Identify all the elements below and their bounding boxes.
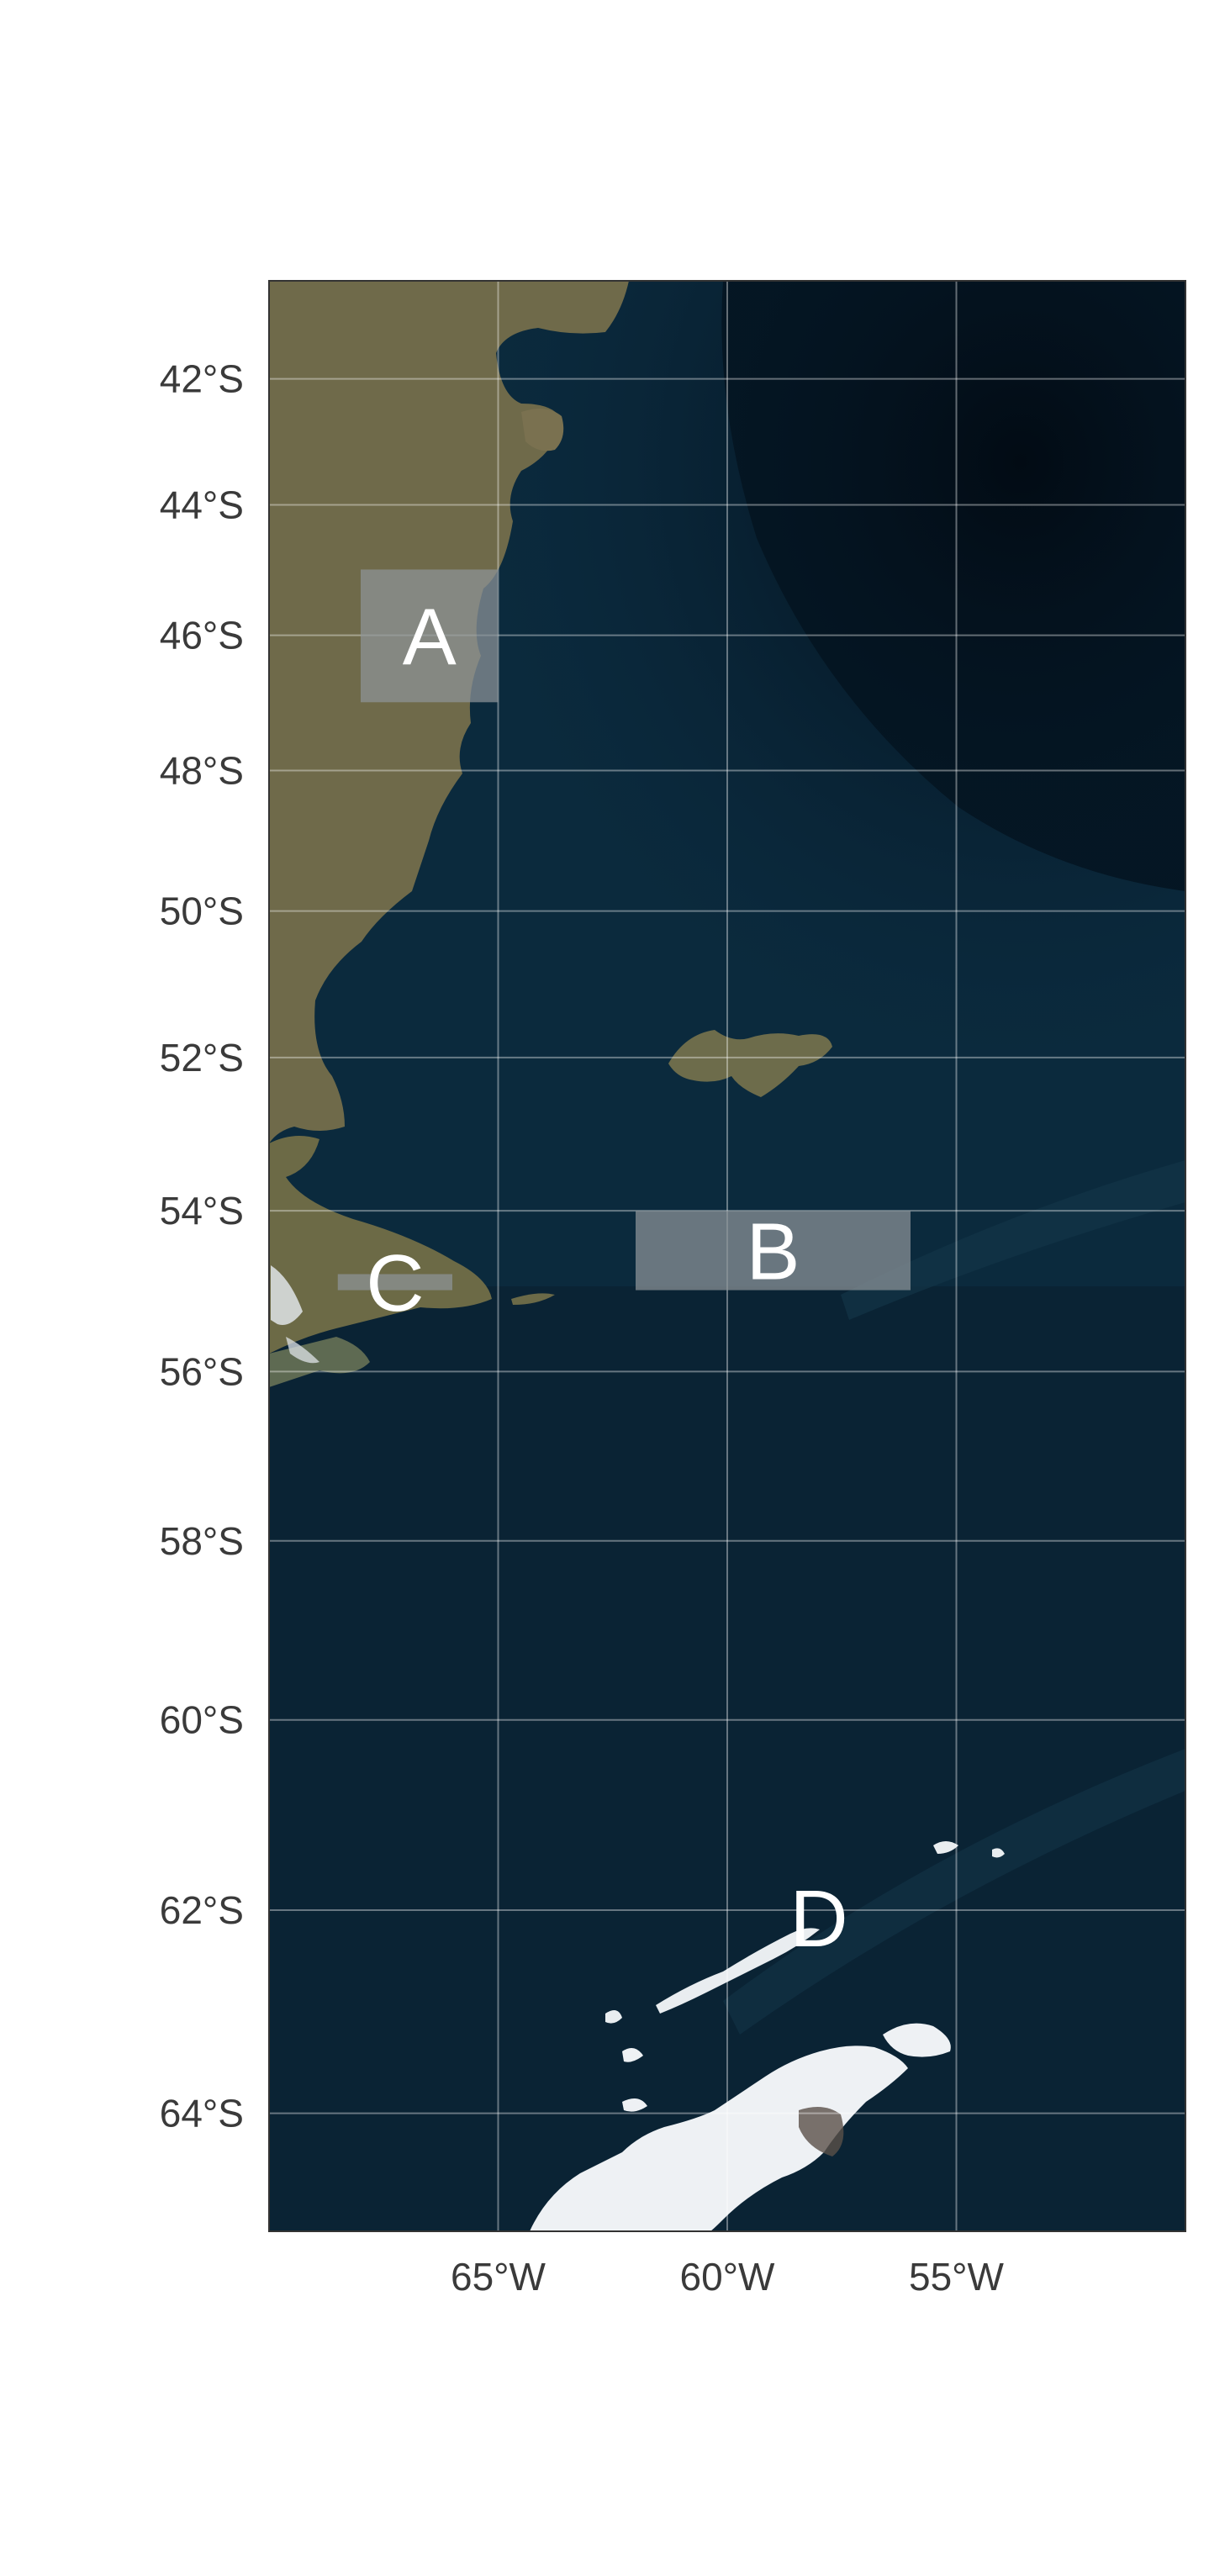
lon-tick-label: 60°W	[680, 2255, 776, 2299]
lat-tick-label: 50°S	[160, 889, 244, 933]
lat-tick-label: 54°S	[160, 1189, 244, 1233]
map: A B C D 42°S 44°S 46°S 48°S 50°S 52°S 54°S 56°S 58°…	[160, 280, 1186, 2299]
lat-tick-label: 52°S	[160, 1036, 244, 1079]
longitude-axis: 65°W 60°W 55°W	[451, 2255, 1005, 2299]
lat-tick-label: 46°S	[160, 614, 244, 657]
latitude-axis: 42°S 44°S 46°S 48°S 50°S 52°S 54°S 56°S 58°S 60°S…	[160, 357, 244, 2135]
lat-tick-label: 44°S	[160, 483, 244, 527]
lat-tick-label: 60°S	[160, 1698, 244, 1742]
region-label-a: A	[403, 592, 457, 682]
lon-tick-label: 65°W	[451, 2255, 546, 2299]
lat-tick-label: 56°S	[160, 1349, 244, 1393]
lat-tick-label: 42°S	[160, 357, 244, 401]
region-label-d: D	[789, 1874, 847, 1964]
lat-tick-label: 48°S	[160, 748, 244, 792]
lat-tick-label: 64°S	[160, 2092, 244, 2135]
region-label-b: B	[746, 1206, 800, 1296]
lon-tick-label: 55°W	[909, 2255, 1005, 2299]
region-label-c: C	[366, 1238, 424, 1328]
lat-tick-label: 58°S	[160, 1519, 244, 1563]
lat-tick-label: 62°S	[160, 1888, 244, 1932]
